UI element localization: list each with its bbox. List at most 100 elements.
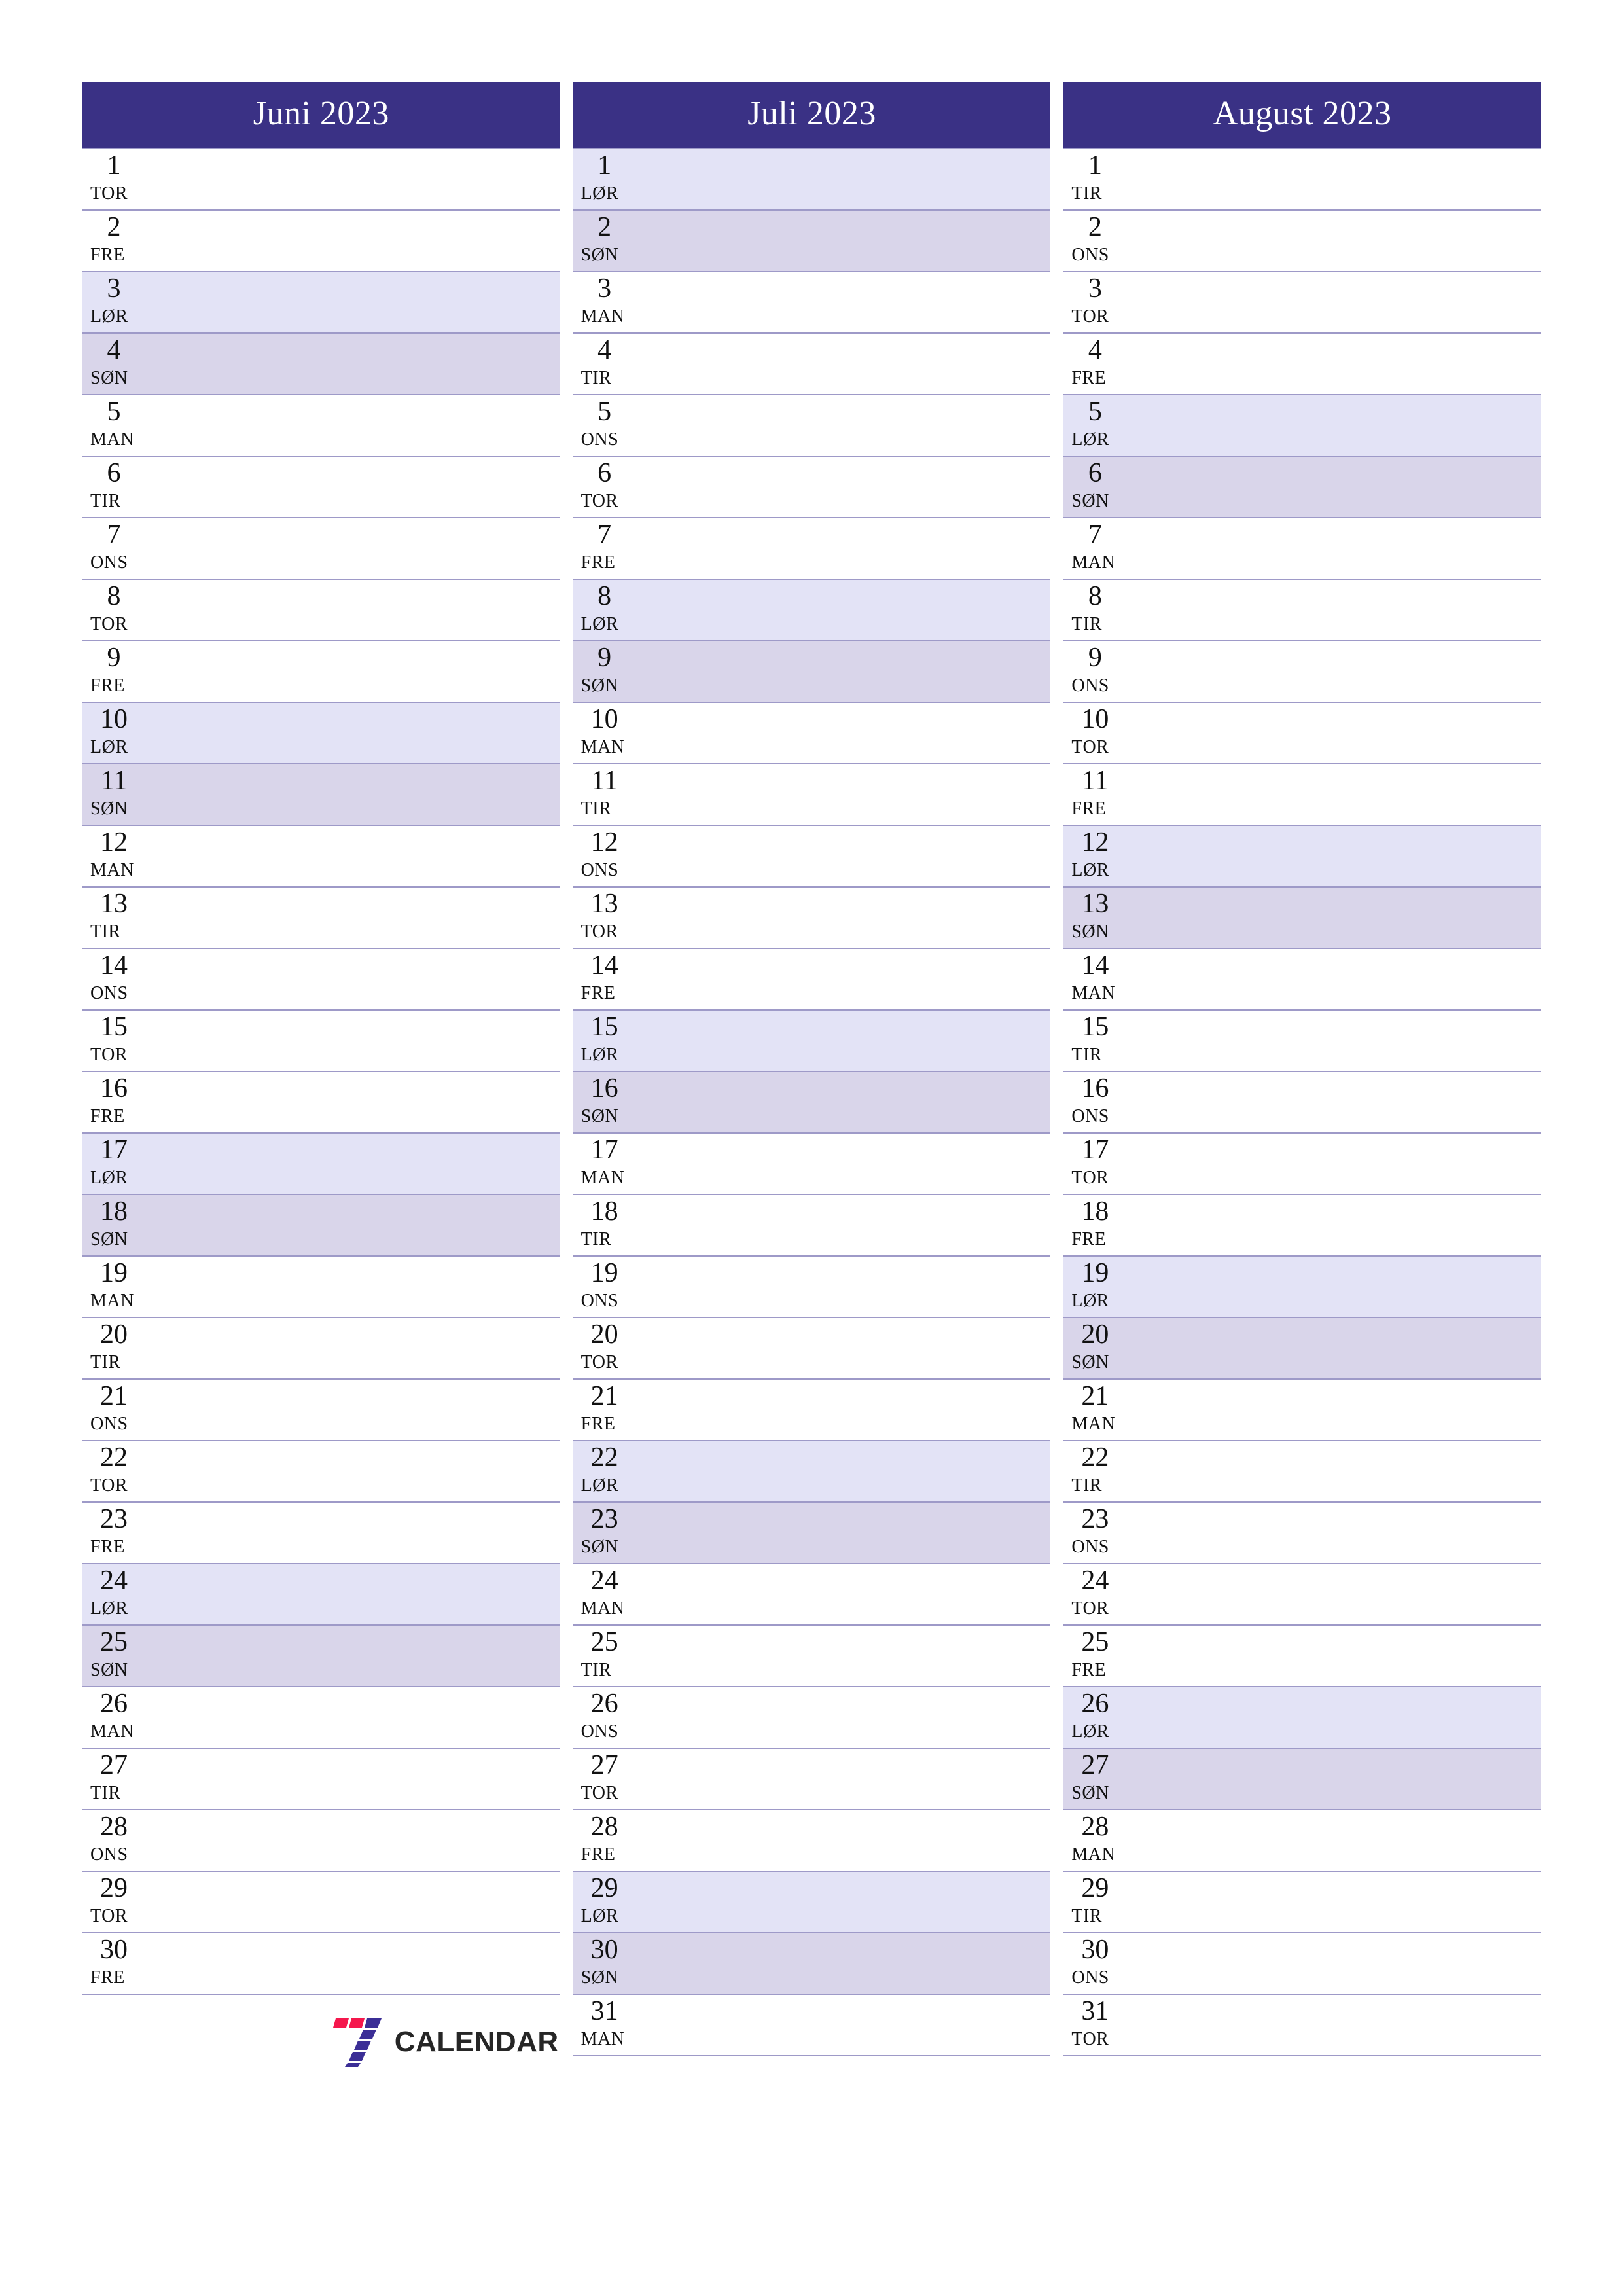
- day-note-area[interactable]: [1162, 1011, 1541, 1071]
- day-row[interactable]: 5 ONS: [573, 395, 1051, 457]
- day-row[interactable]: 26 MAN: [82, 1687, 560, 1749]
- day-note-area[interactable]: [1162, 1564, 1541, 1624]
- day-row[interactable]: 25 SØN: [82, 1626, 560, 1687]
- day-row[interactable]: 30 ONS: [1063, 1933, 1542, 1995]
- day-note-area[interactable]: [1162, 211, 1541, 271]
- day-note-area[interactable]: [671, 1318, 1051, 1378]
- day-row[interactable]: 16 SØN: [573, 1072, 1051, 1134]
- day-row[interactable]: 29 TOR: [82, 1872, 560, 1933]
- day-row[interactable]: 28 MAN: [1063, 1810, 1542, 1872]
- day-note-area[interactable]: [181, 211, 560, 271]
- day-note-area[interactable]: [671, 272, 1051, 332]
- day-row[interactable]: 25 FRE: [1063, 1626, 1542, 1687]
- day-note-area[interactable]: [1162, 764, 1541, 825]
- day-row[interactable]: 23 SØN: [573, 1503, 1051, 1564]
- day-row[interactable]: 5 LØR: [1063, 395, 1542, 457]
- day-row[interactable]: 12 MAN: [82, 826, 560, 888]
- day-note-area[interactable]: [181, 1011, 560, 1071]
- day-note-area[interactable]: [1162, 1626, 1541, 1686]
- day-note-area[interactable]: [181, 1441, 560, 1501]
- day-note-area[interactable]: [671, 457, 1051, 517]
- day-row[interactable]: 6 SØN: [1063, 457, 1542, 518]
- day-row[interactable]: 20 TIR: [82, 1318, 560, 1380]
- day-row[interactable]: 10 MAN: [573, 703, 1051, 764]
- day-row[interactable]: 20 TOR: [573, 1318, 1051, 1380]
- day-row[interactable]: 6 TOR: [573, 457, 1051, 518]
- day-note-area[interactable]: [181, 1872, 560, 1932]
- day-row[interactable]: 12 ONS: [573, 826, 1051, 888]
- day-note-area[interactable]: [1162, 395, 1541, 456]
- day-note-area[interactable]: [181, 703, 560, 763]
- day-row[interactable]: 4 SØN: [82, 334, 560, 395]
- day-note-area[interactable]: [181, 1564, 560, 1624]
- day-row[interactable]: 31 TOR: [1063, 1995, 1542, 2056]
- day-row[interactable]: 7 ONS: [82, 518, 560, 580]
- day-row[interactable]: 14 ONS: [82, 949, 560, 1011]
- day-note-area[interactable]: [671, 764, 1051, 825]
- day-row[interactable]: 6 TIR: [82, 457, 560, 518]
- day-row[interactable]: 19 MAN: [82, 1257, 560, 1318]
- day-row[interactable]: 17 TOR: [1063, 1134, 1542, 1195]
- day-row[interactable]: 21 MAN: [1063, 1380, 1542, 1441]
- day-note-area[interactable]: [181, 1687, 560, 1748]
- day-note-area[interactable]: [181, 149, 560, 209]
- day-note-area[interactable]: [1162, 1195, 1541, 1255]
- day-row[interactable]: 18 FRE: [1063, 1195, 1542, 1257]
- day-note-area[interactable]: [181, 1134, 560, 1194]
- day-row[interactable]: 5 MAN: [82, 395, 560, 457]
- day-note-area[interactable]: [181, 334, 560, 394]
- day-note-area[interactable]: [1162, 641, 1541, 702]
- day-note-area[interactable]: [181, 949, 560, 1009]
- calendar-brand-logo[interactable]: CALENDAR: [332, 2017, 559, 2067]
- day-row[interactable]: 21 FRE: [573, 1380, 1051, 1441]
- day-note-area[interactable]: [1162, 1749, 1541, 1809]
- day-note-area[interactable]: [671, 1810, 1051, 1871]
- day-note-area[interactable]: [671, 149, 1051, 209]
- day-note-area[interactable]: [181, 888, 560, 948]
- day-note-area[interactable]: [181, 395, 560, 456]
- day-note-area[interactable]: [671, 1441, 1051, 1501]
- day-row[interactable]: 10 TOR: [1063, 703, 1542, 764]
- day-row[interactable]: 28 FRE: [573, 1810, 1051, 1872]
- day-row[interactable]: 17 MAN: [573, 1134, 1051, 1195]
- day-note-area[interactable]: [671, 334, 1051, 394]
- day-row[interactable]: 1 LØR: [573, 149, 1051, 211]
- day-note-area[interactable]: [1162, 703, 1541, 763]
- day-row[interactable]: 4 FRE: [1063, 334, 1542, 395]
- day-row[interactable]: 3 TOR: [1063, 272, 1542, 334]
- day-note-area[interactable]: [671, 1995, 1051, 2055]
- day-row[interactable]: 22 LØR: [573, 1441, 1051, 1503]
- day-note-area[interactable]: [181, 1072, 560, 1132]
- day-note-area[interactable]: [181, 1195, 560, 1255]
- day-note-area[interactable]: [671, 641, 1051, 702]
- day-row[interactable]: 8 TOR: [82, 580, 560, 641]
- day-row[interactable]: 31 MAN: [573, 1995, 1051, 2056]
- day-row[interactable]: 15 LØR: [573, 1011, 1051, 1072]
- day-row[interactable]: 29 TIR: [1063, 1872, 1542, 1933]
- day-row[interactable]: 2 FRE: [82, 211, 560, 272]
- day-row[interactable]: 15 TIR: [1063, 1011, 1542, 1072]
- day-row[interactable]: 26 LØR: [1063, 1687, 1542, 1749]
- day-note-area[interactable]: [181, 641, 560, 702]
- day-note-area[interactable]: [1162, 826, 1541, 886]
- day-note-area[interactable]: [1162, 1380, 1541, 1440]
- day-note-area[interactable]: [1162, 1134, 1541, 1194]
- day-row[interactable]: 25 TIR: [573, 1626, 1051, 1687]
- day-note-area[interactable]: [181, 1933, 560, 1994]
- day-note-area[interactable]: [1162, 1995, 1541, 2055]
- day-note-area[interactable]: [1162, 888, 1541, 948]
- day-row[interactable]: 11 FRE: [1063, 764, 1542, 826]
- day-row[interactable]: 29 LØR: [573, 1872, 1051, 1933]
- day-row[interactable]: 16 ONS: [1063, 1072, 1542, 1134]
- day-note-area[interactable]: [671, 1134, 1051, 1194]
- day-note-area[interactable]: [671, 518, 1051, 579]
- day-note-area[interactable]: [181, 764, 560, 825]
- day-row[interactable]: 18 TIR: [573, 1195, 1051, 1257]
- day-row[interactable]: 28 ONS: [82, 1810, 560, 1872]
- day-note-area[interactable]: [671, 580, 1051, 640]
- day-note-area[interactable]: [1162, 272, 1541, 332]
- day-row[interactable]: 9 FRE: [82, 641, 560, 703]
- day-row[interactable]: 7 MAN: [1063, 518, 1542, 580]
- day-note-area[interactable]: [1162, 1441, 1541, 1501]
- day-row[interactable]: 3 MAN: [573, 272, 1051, 334]
